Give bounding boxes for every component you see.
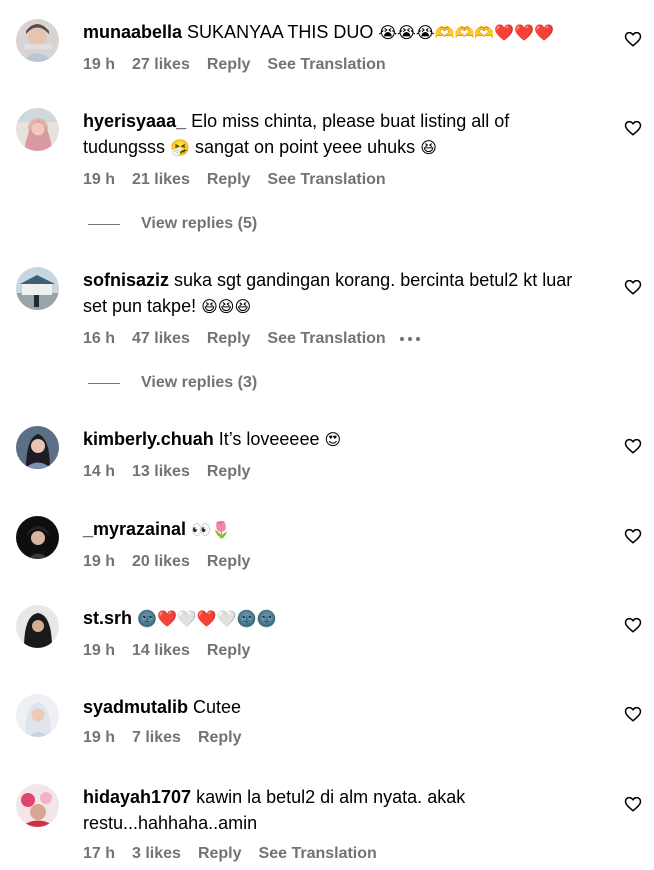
comment-time: 16 h	[83, 330, 116, 347]
comment-time: 19 h	[83, 642, 116, 659]
comment-text: sofnisaziz suka sgt gandingan korang. ber…	[83, 267, 593, 321]
comment-likes[interactable]: 47 likes	[132, 329, 190, 349]
comment-meta: 19 h 27 likes Reply See Translation	[83, 55, 593, 75]
reply-button[interactable]: Reply	[207, 641, 251, 661]
comment-time: 14 h	[83, 463, 116, 480]
comment-meta: 16 h 47 likes Reply See Translation	[83, 329, 593, 349]
comment-text: syadmutalib Cutee	[83, 694, 593, 720]
comment-body: SUKANYAA THIS DUO	[187, 22, 374, 42]
comment-body-continued: sangat on point yeee uhuks	[195, 137, 416, 157]
comment-username[interactable]: munaabella	[83, 22, 182, 42]
comment-emojis: 😍	[324, 432, 342, 449]
see-translation-button[interactable]: See Translation	[267, 170, 385, 190]
avatar[interactable]	[16, 267, 59, 310]
reply-button[interactable]: Reply	[198, 728, 242, 748]
like-heart-icon[interactable]	[624, 616, 642, 634]
avatar[interactable]	[16, 108, 59, 151]
like-heart-icon[interactable]	[624, 119, 642, 137]
comment-body: It’s loveeeee	[218, 429, 320, 449]
avatar[interactable]	[16, 19, 59, 62]
view-replies-button[interactable]: View replies (3)	[88, 374, 257, 392]
like-heart-icon[interactable]	[624, 437, 642, 455]
reply-button[interactable]: Reply	[207, 55, 251, 75]
comment-emojis: 👀🌷	[191, 522, 231, 539]
comment-body: Cutee	[193, 697, 242, 717]
comment-username[interactable]: hidayah1707	[83, 787, 191, 807]
view-replies-button[interactable]: View replies (5)	[88, 215, 257, 233]
reply-button[interactable]: Reply	[207, 462, 251, 482]
comment-username[interactable]: kimberly.chuah	[83, 429, 214, 449]
comment-emojis: 😆😆😆	[201, 299, 252, 316]
comment-meta: 14 h 13 likes Reply	[83, 462, 593, 482]
reply-button[interactable]: Reply	[207, 170, 251, 190]
comment-meta: 19 h 20 likes Reply	[83, 552, 593, 572]
like-heart-icon[interactable]	[624, 527, 642, 545]
avatar[interactable]	[16, 605, 59, 648]
comment-time: 19 h	[83, 171, 116, 188]
comment-likes[interactable]: 14 likes	[132, 641, 190, 661]
comment-username[interactable]: hyerisyaaa_	[83, 111, 186, 131]
avatar[interactable]	[16, 516, 59, 559]
divider-line	[88, 223, 120, 225]
comment-meta: 17 h 3 likes Reply See Translation	[83, 844, 593, 864]
reply-button[interactable]: Reply	[207, 329, 251, 349]
comment-emojis: 😭😭😭🫶🫶🫶❤️❤️❤️	[378, 25, 555, 42]
more-options-icon[interactable]	[399, 337, 420, 341]
like-heart-icon[interactable]	[624, 278, 642, 296]
comment-likes[interactable]: 13 likes	[132, 462, 190, 482]
see-translation-button[interactable]: See Translation	[259, 844, 377, 864]
comment-username[interactable]: st.srh	[83, 608, 132, 628]
comment-emoji: 🤧	[170, 140, 190, 157]
view-replies-label[interactable]: View replies (3)	[141, 374, 257, 392]
comment-emojis: 🌚❤️🤍❤️🤍🌚🌚	[137, 611, 277, 628]
comment-likes[interactable]: 3 likes	[132, 844, 181, 864]
comment-text: _myrazainal 👀🌷	[83, 516, 593, 544]
divider-line	[88, 382, 120, 384]
comment-text: kimberly.chuah It’s loveeeee 😍	[83, 426, 593, 454]
view-replies-label[interactable]: View replies (5)	[141, 215, 257, 233]
reply-button[interactable]: Reply	[207, 552, 251, 572]
comment-meta: 19 h 7 likes Reply	[83, 728, 593, 748]
see-translation-button[interactable]: See Translation	[267, 329, 385, 349]
comment-likes[interactable]: 20 likes	[132, 552, 190, 572]
like-heart-icon[interactable]	[624, 705, 642, 723]
like-heart-icon[interactable]	[624, 30, 642, 48]
avatar[interactable]	[16, 784, 59, 827]
comment-time: 19 h	[83, 729, 116, 746]
like-heart-icon[interactable]	[624, 795, 642, 813]
comment-time: 19 h	[83, 56, 116, 73]
comment-meta: 19 h 14 likes Reply	[83, 641, 593, 661]
comment-username[interactable]: syadmutalib	[83, 697, 188, 717]
comment-meta: 19 h 21 likes Reply See Translation	[83, 170, 593, 190]
comment-username[interactable]: _myrazainal	[83, 519, 186, 539]
reply-button[interactable]: Reply	[198, 844, 242, 864]
comment-likes[interactable]: 7 likes	[132, 728, 181, 748]
comment-time: 17 h	[83, 845, 116, 862]
comment-emojis: 😆	[420, 140, 437, 157]
comment-likes[interactable]: 21 likes	[132, 170, 190, 190]
comment-text: munaabella SUKANYAA THIS DUO 😭😭😭🫶🫶🫶❤️❤️❤️	[83, 19, 593, 47]
comment-likes[interactable]: 27 likes	[132, 55, 190, 75]
avatar[interactable]	[16, 694, 59, 737]
comment-time: 19 h	[83, 553, 116, 570]
comment-text: hidayah1707 kawin la betul2 di alm nyata.…	[83, 784, 593, 836]
see-translation-button[interactable]: See Translation	[267, 55, 385, 75]
comment-text: st.srh 🌚❤️🤍❤️🤍🌚🌚	[83, 605, 593, 633]
comment-username[interactable]: sofnisaziz	[83, 270, 169, 290]
avatar[interactable]	[16, 426, 59, 469]
comment-text: hyerisyaaa_ Elo miss chinta, please buat …	[83, 108, 593, 162]
